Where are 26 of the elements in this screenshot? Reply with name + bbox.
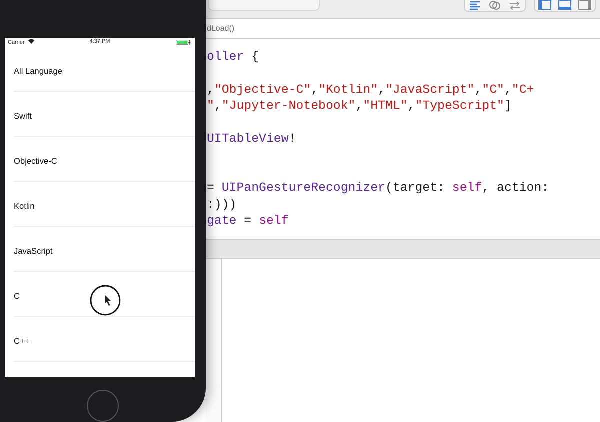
jump-bar-path[interactable]: dLoad() [207,24,235,33]
battery-icon [176,40,192,45]
code-editor[interactable]: oller { ,"Objective-C","Kotlin","JavaScript","C","C+ ","Jupyter-Notebook","HTML","TypeScript"] UITableView! = UIPanGestureRecognizer(target: self, action: :))) gate = self [206,39,600,239]
code-line: :))) [207,196,238,213]
table-row[interactable]: JavaScript [14,227,195,272]
scheme-field[interactable] [208,0,320,11]
code-line: ","Jupyter-Notebook","HTML","TypeScript"] [207,98,513,115]
table-row[interactable]: All Language [14,47,195,92]
code-line: oller { [207,49,260,66]
table-row[interactable]: Kotlin [14,182,195,227]
code-line: ,"Objective-C","Kotlin","JavaScript","C","C+ [207,82,536,98]
touch-pointer-icon [90,285,121,316]
table-row[interactable]: C++ [14,317,195,362]
table-row[interactable]: Objective-C [14,137,195,182]
navigator-panel-icon[interactable] [538,0,552,11]
utilities-panel-icon[interactable] [578,0,592,11]
table-row[interactable]: Swift [14,92,195,137]
debug-panel-icon[interactable] [558,0,572,11]
assistant-editor-icon[interactable] [488,0,502,11]
wifi-icon [28,39,35,44]
code-line: = UIPanGestureRecognizer(target: self, action: [207,180,550,197]
version-editor-icon[interactable] [508,0,522,11]
code-line: gate = self [207,212,290,230]
code-line: UITableView! [207,130,298,148]
standard-editor-icon[interactable] [468,0,482,11]
home-button[interactable] [87,390,119,422]
